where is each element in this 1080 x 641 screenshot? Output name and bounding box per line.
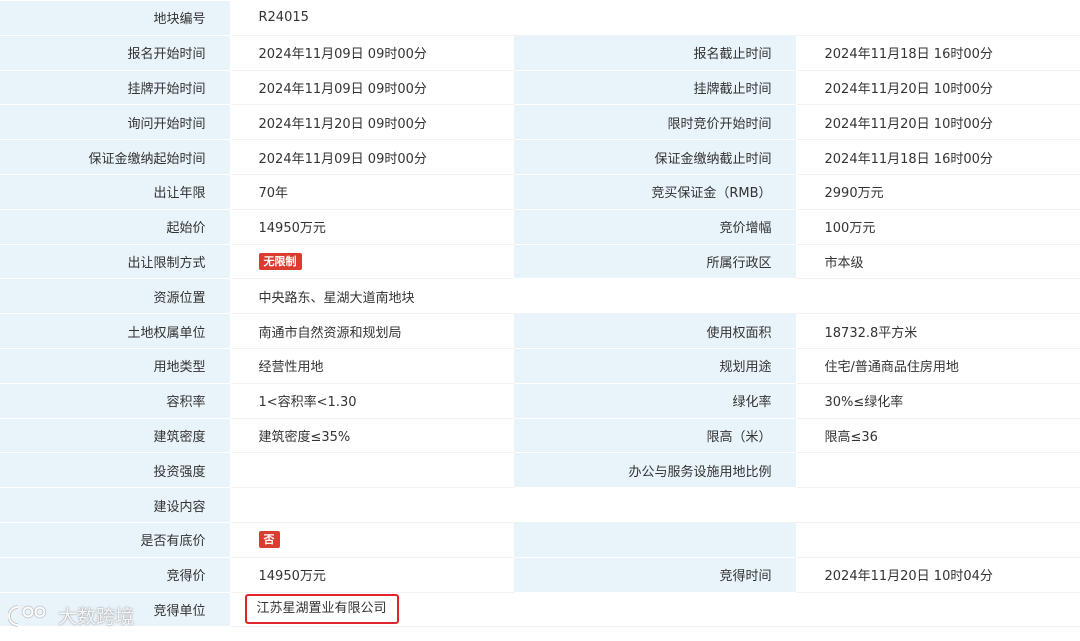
value-inquiry-start: 2024年11月20日 09时00分 [230,104,514,141]
label-winning-entity: 竞得单位 [0,592,231,628]
table-row: 竞得单位 江苏星湖置业有限公司 [0,592,1080,628]
reserve-price-badge: 否 [258,531,280,549]
value-land-owner: 南通市自然资源和规划局 [230,313,514,349]
label-district: 所属行政区 [513,244,797,280]
winning-entity-highlight: 江苏星湖置业有限公司 [244,594,399,625]
label-plot-ratio: 容积率 [0,383,231,419]
table-row: 询问开始时间 2024年11月20日 09时00分 限时竞价开始时间 2024年… [0,104,1080,141]
label-winning-time: 竞得时间 [513,557,797,593]
table-row: 报名开始时间 2024年11月09日 09时00分 报名截止时间 2024年11… [0,35,1080,71]
land-info-page: 地块编号 R24015 报名开始时间 2024年11月09日 09时00分 报名… [0,0,1080,641]
value-building-density: 建筑密度≤35% [230,418,514,454]
value-height-limit: 限高≤36 [796,418,1080,454]
table-row: 出让年限 70年 竞买保证金（RMB） 2990万元 [0,174,1080,210]
value-reserve-price: 否 [230,522,514,558]
label-investment-intensity: 投资强度 [0,452,231,489]
value-transfer-term: 70年 [230,174,514,210]
table-row: 竞得价 14950万元 竞得时间 2024年11月20日 10时04分 [0,557,1080,593]
label-starting-price: 起始价 [0,209,231,245]
label-greening-rate: 绿化率 [513,383,797,419]
label-listing-start: 挂牌开始时间 [0,70,231,106]
label-bid-deposit: 竞买保证金（RMB） [513,174,797,210]
table-row: 起始价 14950万元 竞价增幅 100万元 [0,209,1080,245]
restriction-badge: 无限制 [258,252,302,270]
value-registration-end: 2024年11月18日 16时00分 [796,35,1080,71]
value-deposit-end: 2024年11月18日 16时00分 [796,139,1080,175]
label-building-density: 建筑密度 [0,418,231,454]
label-timed-bidding-start: 限时竞价开始时间 [513,104,797,141]
table-row: 出让限制方式 无限制 所属行政区 市本级 [0,244,1080,280]
value-plot-ratio: 1<容积率<1.30 [230,383,514,419]
label-construction-content: 建设内容 [0,487,231,523]
table-row: 土地权属单位 南通市自然资源和规划局 使用权面积 18732.8平方米 [0,313,1080,349]
value-district: 市本级 [796,244,1080,280]
value-listing-start: 2024年11月09日 09时00分 [230,70,514,106]
value-listing-end: 2024年11月20日 10时00分 [796,70,1080,106]
value-winning-time: 2024年11月20日 10时04分 [796,557,1080,593]
label-reserve-price: 是否有底价 [0,522,231,558]
value-investment-intensity [230,452,514,489]
label-deposit-end: 保证金缴纳截止时间 [513,139,797,175]
value-bid-increment: 100万元 [796,209,1080,245]
label-use-area: 使用权面积 [513,313,797,349]
land-info-table: 地块编号 R24015 报名开始时间 2024年11月09日 09时00分 报名… [0,1,1080,628]
table-row: 容积率 1<容积率<1.30 绿化率 30%≤绿化率 [0,383,1080,419]
value-timed-bidding-start: 2024年11月20日 10时00分 [796,104,1080,141]
value-planned-use: 住宅/普通商品住房用地 [796,348,1080,384]
table-row: 建设内容 [0,487,1080,523]
value-empty-b [513,592,797,628]
label-bid-increment: 竞价增幅 [513,209,797,245]
value-office-ratio [796,452,1080,489]
value-registration-start: 2024年11月09日 09时00分 [230,35,514,71]
label-inquiry-start: 询问开始时间 [0,104,231,141]
value-transfer-restriction: 无限制 [230,244,514,280]
value-winning-price: 14950万元 [230,557,514,593]
label-land-type: 用地类型 [0,348,231,384]
table-row: 资源位置 中央路东、星湖大道南地块 [0,278,1080,315]
label-resource-location: 资源位置 [0,278,231,315]
value-resource-location: 中央路东、星湖大道南地块 [230,278,1080,315]
value-parcel-number: R24015 [230,1,1080,36]
table-row: 用地类型 经营性用地 规划用途 住宅/普通商品住房用地 [0,348,1080,384]
table-row: 投资强度 办公与服务设施用地比例 [0,452,1080,489]
label-listing-end: 挂牌截止时间 [513,70,797,106]
value-construction-content [230,487,1080,523]
label-deposit-start: 保证金缴纳起始时间 [0,139,231,175]
label-land-owner: 土地权属单位 [0,313,231,349]
label-empty-a [513,522,797,558]
table-row: 建筑密度 建筑密度≤35% 限高（米） 限高≤36 [0,418,1080,454]
label-transfer-term: 出让年限 [0,174,231,210]
value-empty-c [796,592,1080,628]
label-winning-price: 竞得价 [0,557,231,593]
value-winning-entity: 江苏星湖置业有限公司 [230,592,514,628]
table-row: 挂牌开始时间 2024年11月09日 09时00分 挂牌截止时间 2024年11… [0,70,1080,106]
label-registration-end: 报名截止时间 [513,35,797,71]
value-starting-price: 14950万元 [230,209,514,245]
value-land-type: 经营性用地 [230,348,514,384]
value-greening-rate: 30%≤绿化率 [796,383,1080,419]
value-empty-a [796,522,1080,558]
label-height-limit: 限高（米） [513,418,797,454]
label-planned-use: 规划用途 [513,348,797,384]
table-row: 保证金缴纳起始时间 2024年11月09日 09时00分 保证金缴纳截止时间 2… [0,139,1080,175]
table-row: 是否有底价 否 [0,522,1080,558]
value-deposit-start: 2024年11月09日 09时00分 [230,139,514,175]
label-office-ratio: 办公与服务设施用地比例 [513,452,797,489]
value-bid-deposit: 2990万元 [796,174,1080,210]
label-transfer-restriction: 出让限制方式 [0,244,231,280]
label-registration-start: 报名开始时间 [0,35,231,71]
label-parcel-number: 地块编号 [0,1,231,36]
value-use-area: 18732.8平方米 [796,313,1080,349]
table-row: 地块编号 R24015 [0,1,1080,36]
